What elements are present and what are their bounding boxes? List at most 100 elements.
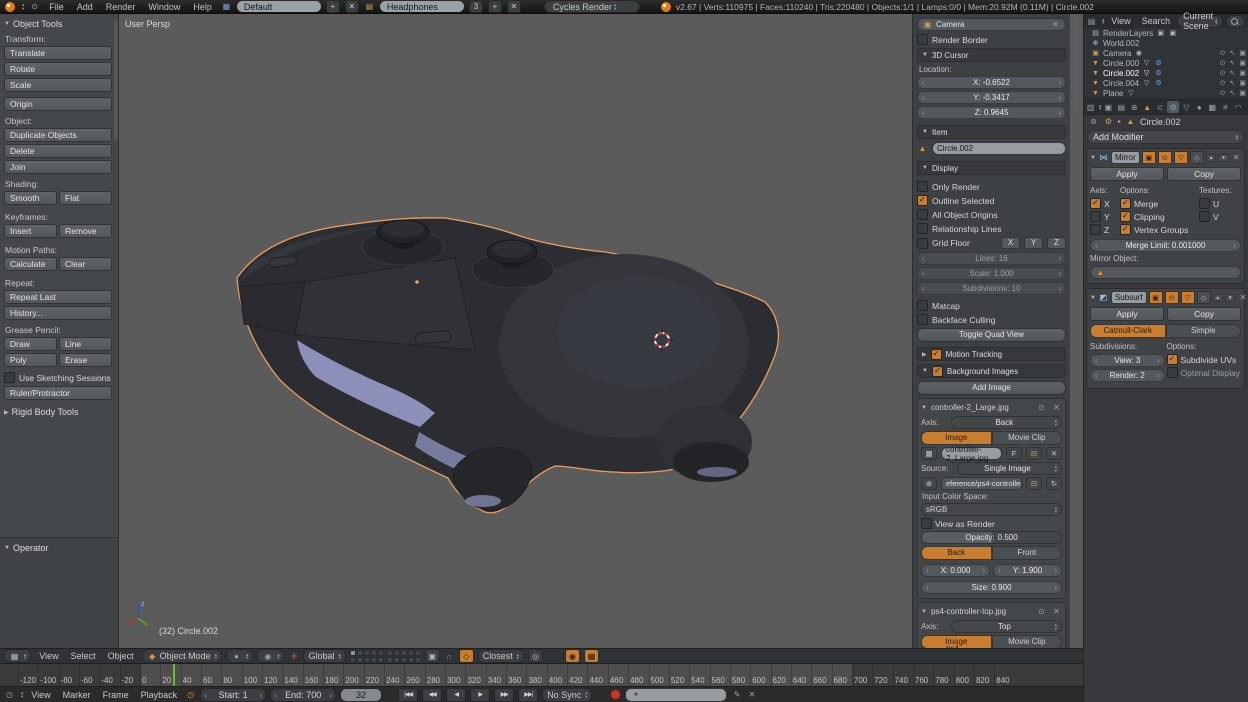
gp-draw-button[interactable]: Draw [4,337,57,351]
render-visibility-toggle[interactable]: ▣ [1149,291,1163,304]
modifier-name-field[interactable]: Subsurf [1111,291,1147,304]
render-opengl-icon[interactable]: ◉ [565,649,580,663]
matcap-checkbox[interactable] [917,300,928,311]
remove-keyframe-button[interactable]: Remove [59,224,112,238]
movie-clip-tab[interactable]: Movie Clip [992,431,1063,445]
join-button[interactable]: Join [4,160,112,174]
material-tab-icon[interactable]: ● [1193,101,1205,113]
close-icon[interactable]: ✕ [1051,606,1062,617]
gp-erase-button[interactable]: Erase [59,353,112,367]
history-button[interactable]: History... [4,306,112,320]
snap-magnet-icon[interactable]: ∩ [444,651,455,662]
texture-v-checkbox[interactable] [1199,211,1210,222]
mirror-x-checkbox[interactable] [1090,198,1101,209]
modifiers-tab-icon[interactable]: ⚙ [1167,101,1179,113]
delete-modifier-icon[interactable]: ✕ [1237,292,1248,303]
gp-line-button[interactable]: Line [59,337,112,351]
scene-users-badge[interactable]: 3 [469,0,483,13]
copy-modifier-button[interactable]: Copy [1167,167,1241,181]
render-visibility-toggle[interactable]: ▣ [1142,151,1156,164]
display-section-header[interactable]: ▼ Display [917,161,1066,175]
catmull-clark-button[interactable]: Catmull-Clark [1090,324,1166,338]
clear-paths-button[interactable]: Clear [59,257,112,271]
menu-add[interactable]: Add [73,2,97,12]
editor-type-chevrons-icon[interactable]: ▴▾ [22,3,24,10]
open-folder-icon[interactable]: ⊟ [1026,447,1042,460]
eye-icon[interactable]: ⊙ [1220,89,1226,97]
collapse-triangle-icon[interactable]: ▼ [1090,155,1096,161]
select-menu[interactable]: Select [67,651,100,661]
clipping-checkbox[interactable] [1120,211,1131,222]
camera-object-field[interactable]: ▣ Camera ✕ [917,18,1066,31]
eye-icon[interactable]: ⊙ [1220,59,1226,67]
edit-mode-toggle[interactable]: ▽ [1174,151,1188,164]
outliner-item-plane[interactable]: ▼ Plane ▽ ⊙ ↖ ▣ [1083,88,1248,98]
vertex-groups-checkbox[interactable] [1120,224,1131,235]
only-render-checkbox[interactable] [917,181,928,192]
grid-lines-field[interactable]: Lines: 16 [917,252,1066,265]
operator-panel-header[interactable]: ▼ Operator [4,543,112,553]
editor-type-chevrons-icon[interactable]: ▴▾ [21,691,23,698]
rigid-body-tools-panel-header[interactable]: ▶ Rigid Body Tools [4,407,112,417]
timeline-menu-view[interactable]: View [27,690,54,700]
selectable-icon[interactable]: ↖ [1230,59,1236,67]
outliner-item-camera[interactable]: ▣ Camera ◉ ⊙ ↖ ▣ [1083,48,1248,58]
end-frame-field[interactable]: End: 700 [270,688,336,702]
tool-icon[interactable]: ⚙ [1103,116,1114,127]
properties-editor-icon[interactable]: ▥ [1085,102,1096,113]
move-down-button[interactable]: ▼ [1218,154,1228,162]
jump-to-start-button[interactable]: |◀◀ [398,688,418,702]
editor-type-chevrons-icon[interactable]: ▴▾ [1099,104,1101,111]
smooth-button[interactable]: Smooth [4,191,57,205]
jump-to-end-button[interactable]: ▶▶| [518,688,538,702]
layers-widget[interactable] [350,650,421,663]
size-field[interactable]: Size: 0.900 [921,581,1062,594]
render-toggle-icon[interactable]: ▣ [1239,49,1246,57]
flat-button[interactable]: Flat [59,191,112,205]
source-select[interactable]: Single Image ▴▾ [957,462,1062,475]
unlink-icon[interactable]: ✕ [1046,447,1062,460]
apply-modifier-button[interactable]: Apply [1090,167,1164,181]
preview-range-clock-icon[interactable]: ◷ [185,689,196,700]
view-menu[interactable]: View [35,651,62,661]
grid-subdivisions-field[interactable]: Subdivisions: 10 [917,282,1066,295]
timeline-menu-playback[interactable]: Playback [137,690,182,700]
previous-keyframe-button[interactable]: ◀◀ [422,688,442,702]
fake-user-button[interactable]: F [1006,447,1022,460]
eye-icon[interactable]: ⊙ [1220,69,1226,77]
manipulator-axis-icon[interactable]: ✛ [288,651,299,662]
collapse-triangle-icon[interactable]: ▼ [1090,295,1096,301]
add-image-button[interactable]: Add Image [917,381,1066,395]
object-menu[interactable]: Object [104,651,138,661]
snap-element-icon[interactable]: ◇ [459,649,474,663]
close-icon[interactable]: ✕ [1051,402,1062,413]
mirror-z-checkbox[interactable] [1090,224,1101,235]
merge-limit-field[interactable]: Merge Limit: 0.001000 [1090,239,1241,252]
cage-toggle[interactable]: ◇ [1197,291,1211,304]
cursor-x-field[interactable]: X: -0.6522 [917,76,1066,89]
sync-mode-select[interactable]: No Sync ▴▾ [542,688,592,702]
scene-tab-icon[interactable]: ▤ [1115,101,1127,113]
n-panel-scrollbar[interactable] [1074,20,1078,110]
modifier-name-field[interactable]: Mirror [1111,151,1140,164]
object-tools-panel-header[interactable]: ▼ Object Tools [4,19,112,29]
add-modifier-select[interactable]: Add Modifier ▴▾ [1087,130,1244,144]
merge-checkbox[interactable] [1120,198,1131,209]
relationship-lines-checkbox[interactable] [917,223,928,234]
background-images-section-header[interactable]: ▼ Background Images [917,364,1066,378]
mirror-y-checkbox[interactable] [1090,211,1101,222]
timeline-ruler[interactable]: -120-100-80-60-40-2002040608010012014016… [0,664,1083,686]
outliner-item-circle002[interactable]: ▼ Circle.002 ▽ ⚙ ⊙ ↖ ▣ [1083,68,1248,78]
calculate-paths-button[interactable]: Calculate [4,257,57,271]
ruler-protractor-button[interactable]: Ruler/Protractor [4,386,112,400]
outliner-item-circle000[interactable]: ▼ Circle.000 ▽ ⚙ ⊙ ↖ ▣ [1083,58,1248,68]
world-tab-icon[interactable]: ⊕ [1128,101,1140,113]
render-tab-icon[interactable]: ▣ [1102,101,1114,113]
outliner-search-input[interactable] [1226,15,1245,28]
optimal-display-checkbox[interactable] [1167,367,1178,378]
image-tab[interactable]: Image [921,431,992,445]
image-filepath-field[interactable]: eference/ps4-controller/controller-2_Lar… [941,477,1022,490]
menu-window[interactable]: Window [144,2,184,12]
menu-file[interactable]: File [45,2,68,12]
mode-select[interactable]: ◆ Object Mode ▴▾ [142,649,222,663]
